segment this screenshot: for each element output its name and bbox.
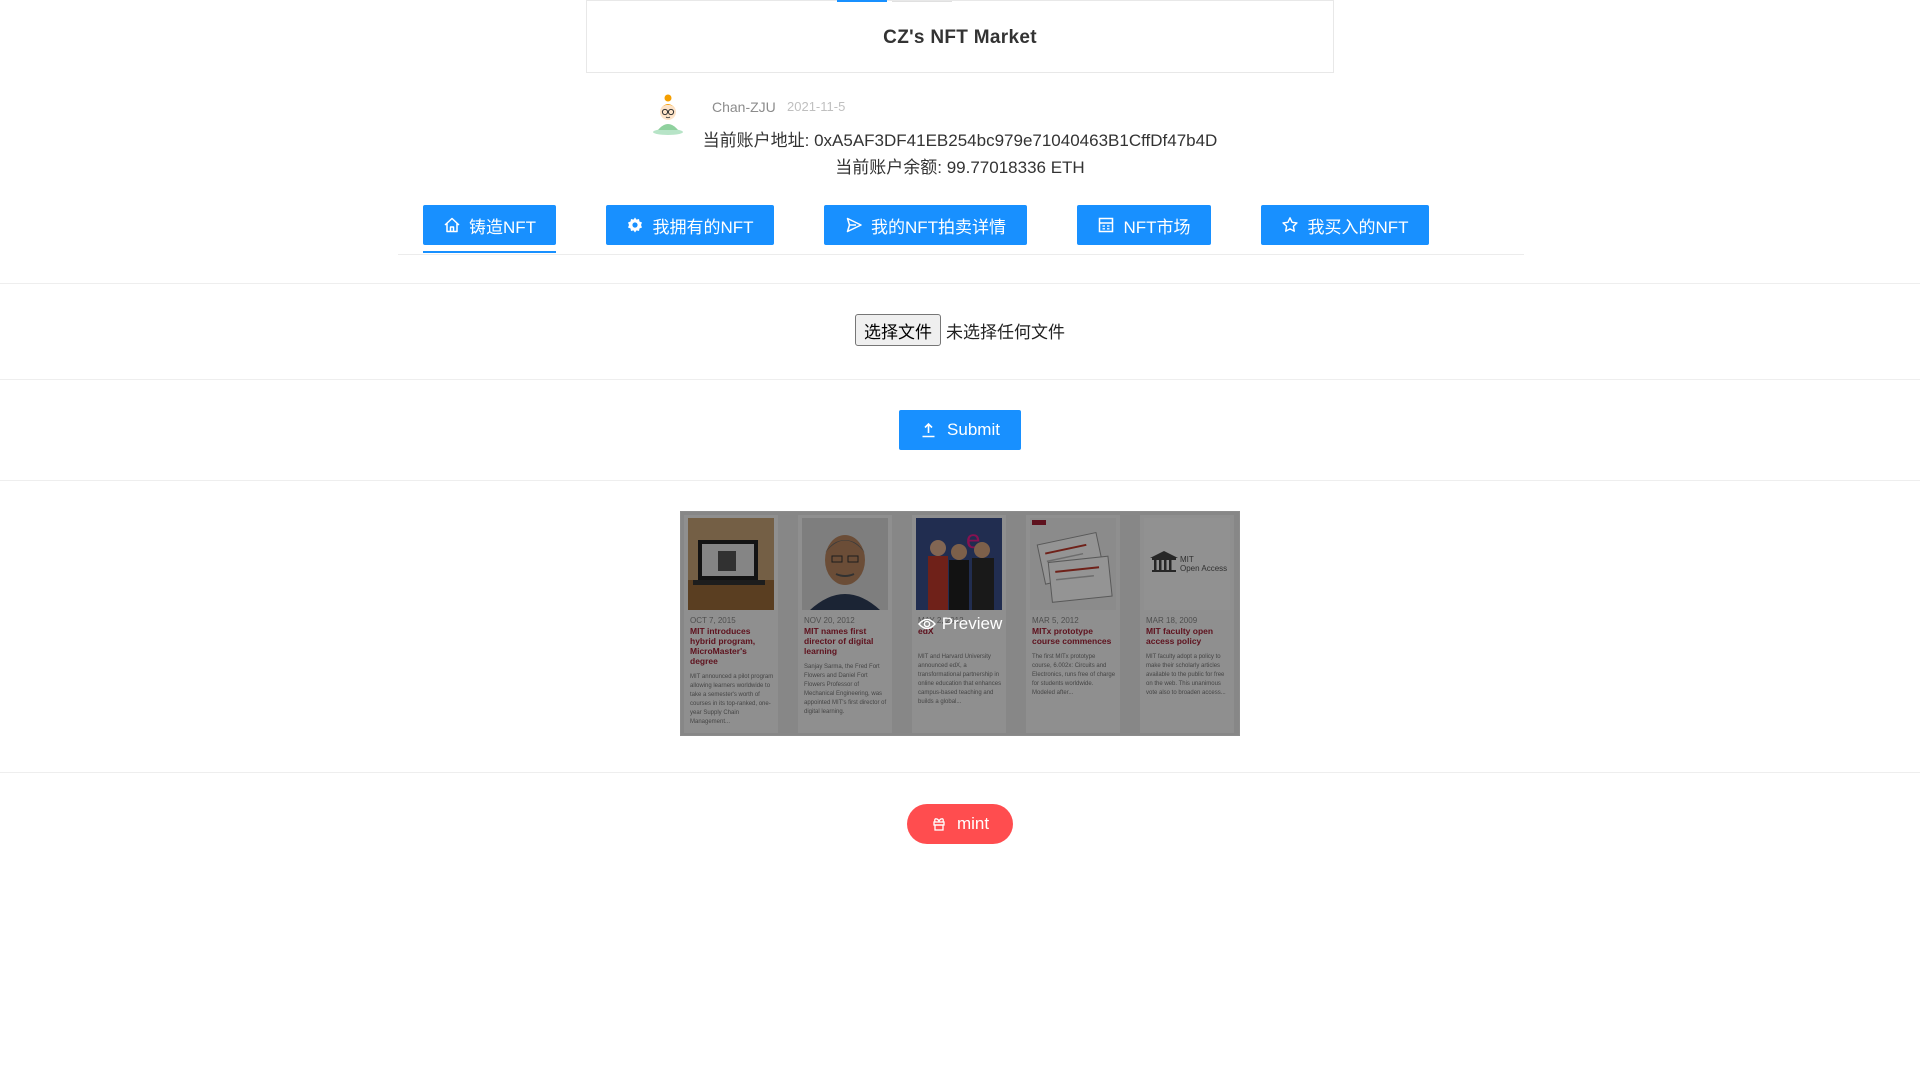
- send-icon: [846, 217, 862, 233]
- nav-menu: 铸造NFT 我拥有的NFT 我的NFT拍卖详情 NFT市场 我买入的NFT: [398, 202, 1524, 255]
- divider: [0, 480, 1920, 481]
- calculator-icon: [1099, 217, 1114, 233]
- app-title: CZ's NFT Market: [883, 27, 1037, 48]
- file-status: 未选择任何文件: [946, 322, 1065, 342]
- eye-icon: [917, 618, 936, 630]
- menu-item-mint-nft[interactable]: 铸造NFT: [423, 205, 556, 253]
- menu-item-label: 我买入的NFT: [1307, 217, 1409, 237]
- menu-item-label: NFT市场: [1123, 217, 1191, 237]
- header-top-line: [892, 1, 952, 2]
- gear-icon: [628, 217, 643, 233]
- menu-item-label: 铸造NFT: [468, 217, 537, 237]
- menu-item-auction-detail[interactable]: 我的NFT拍卖详情: [824, 205, 1027, 245]
- header-accent-line: [837, 0, 887, 2]
- uploaded-image-preview[interactable]: OCT 7, 2015 MIT introduces hybrid progra…: [680, 511, 1240, 736]
- menu-item-bought-nft[interactable]: 我买入的NFT: [1261, 205, 1429, 245]
- author-name[interactable]: Chan-ZJU: [712, 99, 776, 115]
- account-address: 当前账户地址: 0xA5AF3DF41EB254bc979e71040463B1…: [702, 131, 1218, 150]
- gift-icon: [933, 818, 945, 831]
- submit-label: Submit: [947, 420, 1000, 439]
- menu-item-nft-market[interactable]: NFT市场: [1077, 205, 1211, 245]
- submit-button[interactable]: Submit: [899, 410, 1021, 450]
- menu-item-label: 我的NFT拍卖详情: [870, 217, 1007, 237]
- divider: [0, 283, 1920, 284]
- mint-button[interactable]: mint: [907, 804, 1013, 844]
- menu-item-label: 我拥有的NFT: [652, 217, 754, 237]
- file-input-row: 选择文件 未选择任何文件: [0, 314, 1920, 346]
- preview-label: Preview: [941, 614, 1003, 633]
- divider: [0, 772, 1920, 773]
- home-icon: [444, 217, 460, 233]
- star-icon: [1282, 217, 1299, 232]
- choose-file-button[interactable]: 选择文件: [855, 314, 941, 346]
- divider: [0, 379, 1920, 380]
- header-card: CZ's NFT Market: [586, 0, 1334, 73]
- preview-button[interactable]: Preview: [681, 614, 1239, 634]
- menu-item-my-nft[interactable]: 我拥有的NFT: [606, 205, 774, 245]
- upload-icon: [922, 422, 935, 437]
- account-balance: 当前账户余额: 99.77018336 ETH: [835, 158, 1085, 177]
- mint-label: mint: [956, 814, 990, 833]
- comment-date: 2021-11-5: [787, 99, 846, 114]
